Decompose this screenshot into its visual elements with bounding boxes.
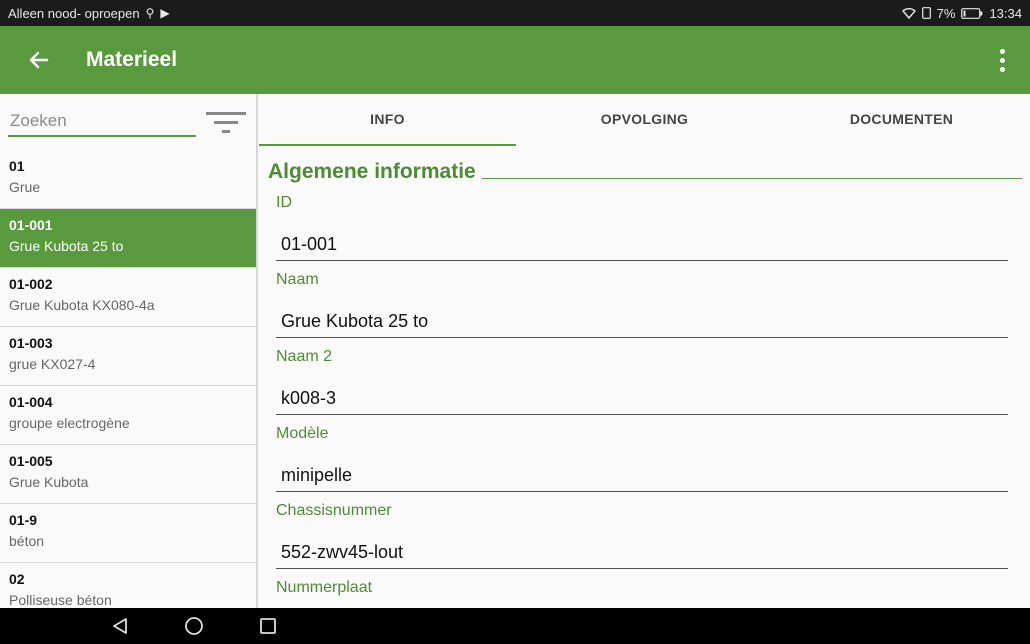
triangle-back-icon (113, 618, 127, 634)
back-button[interactable] (0, 26, 78, 94)
detail-panel: INFO OPVOLGING DOCUMENTEN Algemene informa… (259, 94, 1030, 608)
wifi-icon (901, 8, 916, 19)
list-item[interactable]: 01 Grue (0, 150, 256, 209)
item-name: béton (9, 533, 45, 549)
item-code: 01-003 (9, 335, 53, 351)
tab-info[interactable]: INFO (259, 94, 516, 146)
battery-percent: 7% (936, 5, 956, 21)
page-title: Materieel (86, 48, 178, 71)
item-code: 01-9 (9, 512, 38, 528)
status-left: Alleen nood- oproepen ⚲ ▶ (8, 6, 170, 21)
field-value[interactable]: k008-3 (276, 375, 1008, 415)
overflow-menu-icon-dot (999, 57, 1005, 63)
overflow-menu-button[interactable] (974, 26, 1030, 94)
system-nav-bar (0, 608, 1030, 644)
info-field: Naam Grue Kubota 25 to (259, 271, 1030, 338)
field-label: Nummerplaat (276, 579, 373, 596)
equipment-sidebar: 01 Grue 01-001 Grue Kubota 25 to 01-002 Grue … (0, 94, 258, 608)
filter-icon-bar (222, 129, 230, 133)
item-code: 01-004 (9, 394, 53, 410)
tab-bar: INFO OPVOLGING DOCUMENTEN (259, 94, 1030, 146)
item-code: 01-002 (9, 276, 53, 292)
field-label: ID (276, 194, 292, 211)
search-row (0, 94, 256, 150)
info-field: Nummerplaatse4341 (259, 579, 1030, 608)
carrier-text: Alleen nood- oproepen (8, 5, 140, 21)
list-item[interactable]: 01-004 groupe electrogène (0, 386, 256, 445)
arrow-left-icon (29, 51, 49, 69)
status-right: 7% 13:34 (901, 5, 1022, 21)
item-name: Grue (9, 179, 41, 195)
section-title: Algemene informatie (268, 160, 482, 184)
app-bar: Materieel (0, 26, 1030, 94)
list-item[interactable]: 02 Polliseuse béton (0, 563, 256, 608)
section-divider (479, 178, 1022, 179)
list-item[interactable]: 01-001 Grue Kubota 25 to (0, 209, 256, 268)
sim-icon (921, 7, 931, 19)
field-label: Naam (276, 271, 319, 288)
usb-icon: ⚲ (145, 6, 155, 20)
overflow-menu-icon-dot (999, 66, 1005, 72)
item-code: 02 (9, 571, 25, 587)
nav-home-button[interactable] (182, 614, 206, 638)
field-value[interactable]: Grue Kubota 25 to (276, 298, 1008, 338)
item-name: groupe electrogène (9, 415, 130, 431)
tab-documenten[interactable]: DOCUMENTEN (773, 94, 1030, 146)
info-field: Modèle minipelle (259, 425, 1030, 492)
filter-icon-bar (206, 111, 246, 115)
field-label: Modèle (276, 425, 329, 442)
list-item[interactable]: 01-003 grue KX027-4 (0, 327, 256, 386)
item-name: Polliseuse béton (9, 592, 112, 608)
item-name: grue KX027-4 (9, 356, 96, 372)
item-code: 01 (9, 158, 25, 174)
item-code: 01-005 (9, 453, 53, 469)
info-fields: ID 01-001 Naam Grue Kubota 25 to Naam 2 k008-… (259, 194, 1030, 608)
item-name: Grue Kubota KX080-4a (9, 297, 155, 313)
search-input[interactable] (8, 107, 196, 137)
status-bar: Alleen nood- oproepen ⚲ ▶ 7% 13:34 (0, 0, 1030, 26)
list-item[interactable]: 01-002 Grue Kubota KX080-4a (0, 268, 256, 327)
section-header: Algemene informatie (259, 146, 1030, 184)
info-field: Naam 2 k008-3 (259, 348, 1030, 415)
list-item[interactable]: 01-9 béton (0, 504, 256, 563)
info-field: Chassisnummer 552-zwv45-lout (259, 502, 1030, 569)
item-code: 01-001 (9, 217, 53, 233)
battery-icon (961, 7, 983, 19)
circle-home-icon (185, 617, 203, 635)
item-name: Grue Kubota 25 to (9, 238, 124, 254)
field-label: Naam 2 (276, 348, 333, 365)
list-item[interactable]: 01-005 Grue Kubota (0, 445, 256, 504)
nav-back-button[interactable] (108, 614, 132, 638)
tab-opvolging[interactable]: OPVOLGING (516, 94, 773, 146)
field-value[interactable]: 552-zwv45-lout (276, 529, 1008, 569)
square-recents-icon (260, 618, 276, 634)
field-value[interactable]: 01-001 (276, 221, 1008, 261)
item-name: Grue Kubota (9, 474, 89, 490)
field-label: Chassisnummer (276, 502, 392, 519)
clock: 13:34 (989, 5, 1022, 21)
field-value[interactable]: minipelle (276, 452, 1008, 492)
equipment-list: 01 Grue 01-001 Grue Kubota 25 to 01-002 Grue … (0, 150, 256, 608)
filter-button[interactable] (204, 102, 248, 142)
overflow-menu-icon-dot (999, 48, 1005, 54)
nav-recents-button[interactable] (256, 614, 280, 638)
play-store-icon: ▶ (160, 6, 170, 20)
info-field: ID 01-001 (259, 194, 1030, 261)
filter-icon-bar (214, 120, 238, 124)
